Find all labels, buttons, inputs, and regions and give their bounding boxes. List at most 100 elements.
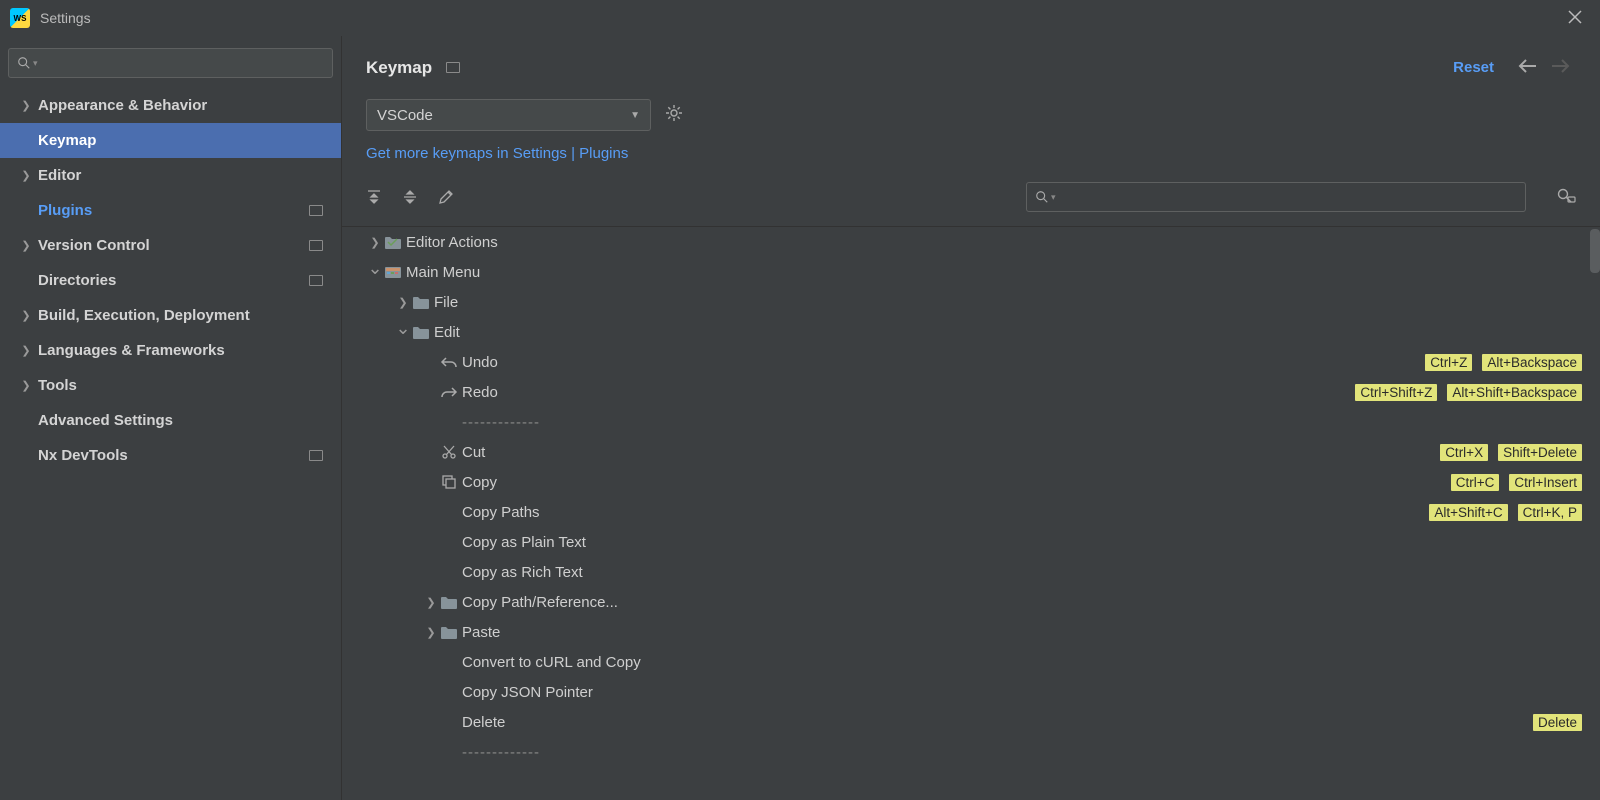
folder-icon xyxy=(440,596,458,609)
chevron-right-icon[interactable]: ❯ xyxy=(366,236,384,249)
sidebar-item-nx-devtools[interactable]: Nx DevTools xyxy=(0,438,341,473)
tree-row[interactable]: ❯Paste xyxy=(366,617,1586,647)
reset-button[interactable]: Reset xyxy=(1453,59,1494,76)
sidebar-item-label: Plugins xyxy=(38,202,309,219)
sidebar-search-input[interactable] xyxy=(42,56,324,71)
scrollbar-thumb[interactable] xyxy=(1590,229,1600,273)
tree-row[interactable]: Copy as Rich Text xyxy=(366,557,1586,587)
tree-row[interactable]: ⌄ Main Menu xyxy=(366,257,1586,287)
search-icon xyxy=(1035,190,1049,204)
search-dropdown-caret: ▾ xyxy=(1051,192,1056,203)
sidebar-item-editor[interactable]: ❯ Editor xyxy=(0,158,341,193)
chevron-right-icon: ❯ xyxy=(18,344,34,357)
find-by-shortcut-button[interactable] xyxy=(1556,187,1576,208)
tree-row[interactable]: RedoCtrl+Shift+ZAlt+Shift+Backspace xyxy=(366,377,1586,407)
tree-row-label: Undo xyxy=(462,354,1425,371)
nav-back-button[interactable] xyxy=(1518,56,1538,79)
sidebar-search[interactable]: ▾ xyxy=(8,48,333,78)
sidebar-item-tools[interactable]: ❯Tools xyxy=(0,368,341,403)
tree-row[interactable]: UndoCtrl+Z Alt+Backspace xyxy=(366,347,1586,377)
tree-row-label: Copy as Plain Text xyxy=(462,534,1586,551)
tree-row[interactable]: Copy as Plain Text xyxy=(366,527,1586,557)
shortcut-badge: Alt+Backspace xyxy=(1482,354,1582,371)
shortcut-badge: Shift+Delete xyxy=(1498,444,1582,461)
sidebar-item-label: Languages & Frameworks xyxy=(38,342,331,359)
chevron-right-icon[interactable]: ❯ xyxy=(422,596,440,609)
shortcut-badge: Ctrl+Z xyxy=(1425,354,1472,371)
sidebar-item-directories[interactable]: Directories xyxy=(0,263,341,298)
chevron-right-icon: ❯ xyxy=(18,379,34,392)
tree-row[interactable]: Copy PathsAlt+Shift+CCtrl+K, P xyxy=(366,497,1586,527)
tree-row[interactable]: ------------- xyxy=(366,737,1586,767)
tree-row-label: File xyxy=(434,294,1586,311)
scope-badge-icon xyxy=(309,205,323,216)
keymap-profile-select[interactable]: VSCode ▼ xyxy=(366,99,651,131)
tree-row-label: Main Menu xyxy=(406,264,1586,281)
tree-row-label: Copy Path/Reference... xyxy=(462,594,1586,611)
sidebar-item-appearance-behavior[interactable]: ❯Appearance & Behavior xyxy=(0,88,341,123)
sidebar-item-keymap[interactable]: Keymap xyxy=(0,123,341,158)
chevron-down-icon[interactable]: ⌄ xyxy=(366,258,384,279)
sidebar-item-build-execution-deployment[interactable]: ❯Build, Execution, Deployment xyxy=(0,298,341,333)
sidebar-item-label: Version Control xyxy=(38,237,309,254)
keymap-tree[interactable]: ❯Editor Actions⌄Main Menu❯File⌄EditUndoC… xyxy=(342,226,1600,800)
chevron-down-icon[interactable]: ⌄ xyxy=(394,318,412,339)
keymap-profile-value: VSCode xyxy=(377,107,433,124)
sidebar-item-advanced-settings[interactable]: Advanced Settings xyxy=(0,403,341,438)
arrow-left-icon xyxy=(1518,59,1538,73)
tree-row[interactable]: DeleteDelete xyxy=(366,707,1586,737)
menu-icon xyxy=(384,266,402,279)
settings-sidebar: ▾ ❯Appearance & Behavior Keymap ❯ Editor Plu… xyxy=(0,36,342,800)
tree-row[interactable]: Convert to cURL and Copy xyxy=(366,647,1586,677)
sidebar-item-plugins[interactable]: Plugins xyxy=(0,193,341,228)
sidebar-item-label: Build, Execution, Deployment xyxy=(38,307,331,324)
shortcut-badge: Ctrl+Shift+Z xyxy=(1355,384,1437,401)
nav-forward-button[interactable] xyxy=(1550,56,1570,79)
collapse-all-button[interactable] xyxy=(402,189,418,205)
tree-row-label: Copy xyxy=(462,474,1451,491)
tree-row-label: Editor Actions xyxy=(406,234,1586,251)
tree-row-label: Delete xyxy=(462,714,1533,731)
tree-row-label: ------------- xyxy=(462,744,1586,761)
tree-row-label: Redo xyxy=(462,384,1355,401)
close-button[interactable] xyxy=(1560,4,1590,33)
chevron-right-icon[interactable]: ❯ xyxy=(394,296,412,309)
undo-icon xyxy=(440,356,458,368)
search-icon xyxy=(17,56,31,70)
chevron-right-icon: ❯ xyxy=(18,239,34,252)
keymap-settings-button[interactable] xyxy=(665,104,683,127)
arrow-right-icon xyxy=(1550,59,1570,73)
tree-row[interactable]: ❯ Copy Path/Reference... xyxy=(366,587,1586,617)
tree-row[interactable]: ❯ File xyxy=(366,287,1586,317)
more-keymaps-link[interactable]: Get more keymaps in Settings | Plugins xyxy=(342,141,1600,176)
chevron-right-icon[interactable]: ❯ xyxy=(422,626,440,639)
tree-row[interactable]: ❯ Editor Actions xyxy=(366,227,1586,257)
page-title: Keymap xyxy=(366,58,432,78)
tree-row[interactable]: CopyCtrl+CCtrl+Insert xyxy=(366,467,1586,497)
sidebar-item-label: Editor xyxy=(38,167,331,184)
tree-row[interactable]: Copy JSON Pointer xyxy=(366,677,1586,707)
sidebar-item-label: Keymap xyxy=(38,132,331,149)
tree-row[interactable]: CutCtrl+XShift+Delete xyxy=(366,437,1586,467)
sidebar-item-version-control[interactable]: ❯ Version Control xyxy=(0,228,341,263)
scope-badge-icon xyxy=(309,275,323,286)
tree-row-label: Edit xyxy=(434,324,1586,341)
chevron-right-icon: ❯ xyxy=(18,169,34,182)
find-shortcut-icon xyxy=(1556,187,1576,205)
sidebar-item-label: Advanced Settings xyxy=(38,412,331,429)
keymap-actions-bar: ▾ xyxy=(342,176,1600,226)
expand-all-button[interactable] xyxy=(366,189,382,205)
editor-icon xyxy=(384,236,402,249)
main-header: Keymap Reset xyxy=(342,36,1600,91)
tree-row-label: Copy Paths xyxy=(462,504,1429,521)
edit-shortcut-button[interactable] xyxy=(438,189,454,205)
actions-search-input[interactable] xyxy=(1060,190,1517,205)
sidebar-item-languages-frameworks[interactable]: ❯ Languages & Frameworks xyxy=(0,333,341,368)
tree-row-label: Copy as Rich Text xyxy=(462,564,1586,581)
expand-all-icon xyxy=(366,189,382,205)
tree-row[interactable]: ------------- xyxy=(366,407,1586,437)
actions-search[interactable]: ▾ xyxy=(1026,182,1526,212)
gear-icon xyxy=(665,104,683,122)
tree-row[interactable]: ⌄ Edit xyxy=(366,317,1586,347)
tree-row-label: Copy JSON Pointer xyxy=(462,684,1586,701)
